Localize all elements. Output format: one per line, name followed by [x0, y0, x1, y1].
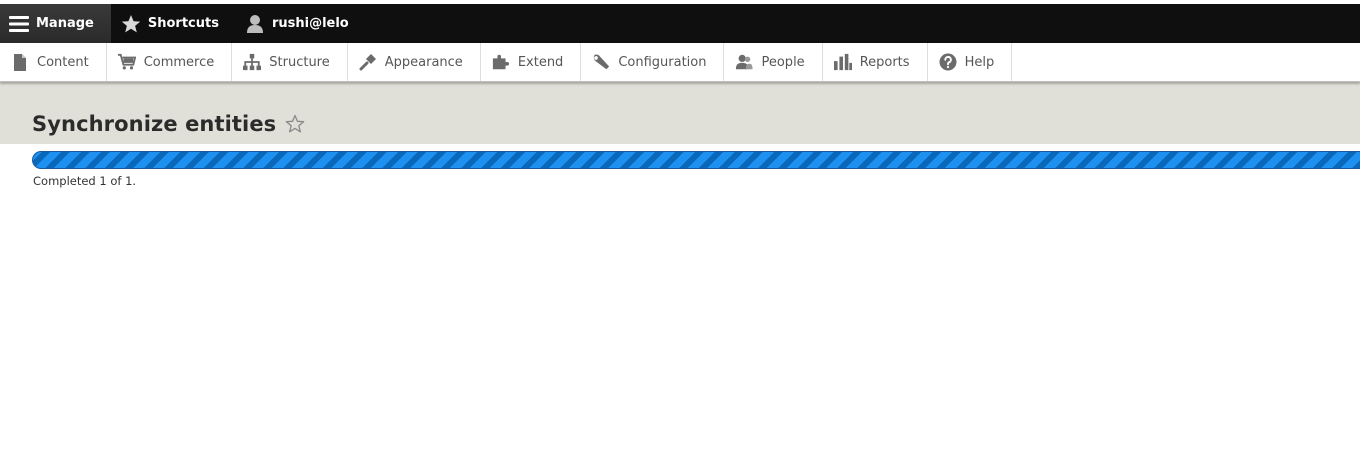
manage-tab[interactable]: Manage — [0, 4, 111, 43]
tray-item-people[interactable]: People — [724, 43, 823, 81]
paint-icon — [359, 53, 377, 71]
bar-chart-icon — [833, 53, 852, 71]
tray-item-label: Reports — [859, 54, 910, 70]
file-icon — [11, 53, 29, 71]
tray-item-label: Configuration — [618, 54, 707, 70]
user-tab[interactable]: rushi@lelo — [235, 4, 366, 43]
tray-item-label: Content — [37, 54, 89, 70]
help-icon — [939, 53, 957, 71]
user-label: rushi@lelo — [271, 16, 349, 31]
shortcuts-label: Shortcuts — [147, 16, 219, 31]
page-header: Synchronize entities — [0, 82, 1360, 144]
tray-item-label: Appearance — [384, 54, 463, 70]
admin-tray-menu: Content Commerce Structure Appearance Ex… — [0, 43, 1360, 82]
admin-toolbar: Manage Shortcuts rushi@lelo — [0, 4, 1360, 43]
tray-item-label: Help — [964, 54, 995, 70]
progress-fill — [33, 152, 1360, 168]
tray-item-structure[interactable]: Structure — [232, 43, 348, 81]
tray-item-help[interactable]: Help — [928, 43, 1013, 81]
progress-track — [32, 151, 1360, 169]
tray-item-extend[interactable]: Extend — [481, 43, 582, 81]
progress-bar — [32, 151, 1360, 169]
puzzle-icon — [492, 53, 510, 71]
progress-message: Completed 1 of 1. — [33, 174, 137, 188]
tray-item-label: Commerce — [143, 54, 215, 70]
people-icon — [735, 53, 754, 71]
hamburger-icon — [9, 14, 29, 34]
tray-item-appearance[interactable]: Appearance — [348, 43, 481, 81]
tray-item-reports[interactable]: Reports — [823, 43, 928, 81]
wrench-icon — [592, 53, 610, 71]
tray-item-content[interactable]: Content — [0, 43, 107, 81]
sitemap-icon — [243, 53, 262, 71]
page-title: Synchronize entities — [32, 112, 305, 136]
user-icon — [245, 14, 265, 34]
manage-label: Manage — [36, 16, 94, 31]
cart-icon — [117, 53, 136, 71]
tray-item-commerce[interactable]: Commerce — [107, 43, 233, 81]
page: Manage Shortcuts rushi@lelo Content Comm… — [0, 0, 1360, 449]
page-title-text: Synchronize entities — [32, 112, 277, 136]
add-shortcut-star-icon[interactable] — [285, 114, 305, 134]
tray-item-label: Structure — [269, 54, 330, 70]
star-icon — [121, 14, 141, 34]
shortcuts-tab[interactable]: Shortcuts — [111, 4, 235, 43]
tray-item-label: People — [761, 54, 805, 70]
tray-item-label: Extend — [517, 54, 564, 70]
tray-item-configuration[interactable]: Configuration — [581, 43, 725, 81]
